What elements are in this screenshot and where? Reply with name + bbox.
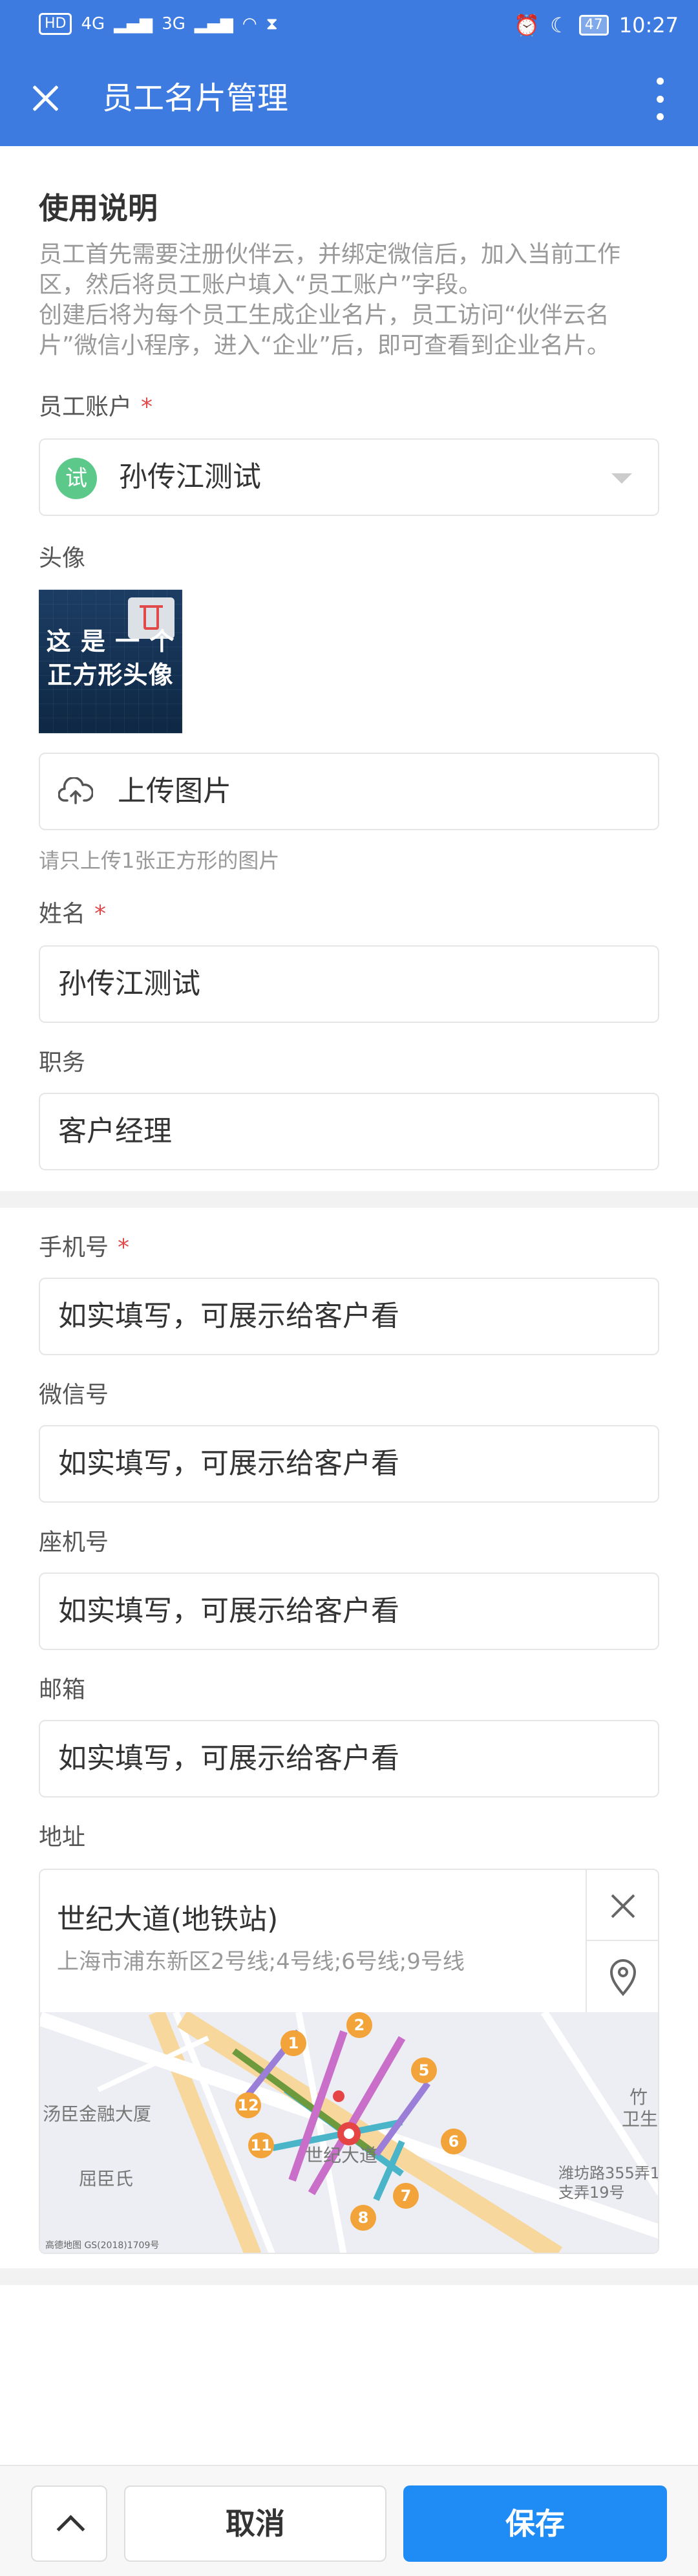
map-label: 汤臣金融大厦 xyxy=(43,2103,152,2125)
instructions-title: 使用说明 xyxy=(39,191,158,226)
address-actions xyxy=(586,1870,658,2012)
dot xyxy=(656,113,664,120)
email-input[interactable]: 如实填写，可展示给客户看 xyxy=(39,1720,659,1798)
wifi-icon: ◠ xyxy=(242,14,257,34)
chevron-down-icon xyxy=(611,473,632,484)
wechat-placeholder: 如实填写，可展示给客户看 xyxy=(58,1447,399,1480)
account-label: 员工账户 * xyxy=(39,388,153,422)
phone-placeholder: 如实填写，可展示给客户看 xyxy=(58,1300,399,1333)
battery-icon: 47 xyxy=(578,15,609,36)
status-system: ⏰ ☾ 47 10:27 xyxy=(514,13,679,38)
position-input[interactable]: 客户经理 xyxy=(39,1093,659,1170)
account-select[interactable]: 试 孙传江测试 xyxy=(39,438,659,516)
hd-indicator: HD xyxy=(39,13,72,35)
address-detail: 上海市浦东新区2号线;4号线;6号线;9号线 xyxy=(57,1949,465,1975)
instructions-paragraph-2: 创建后将为每个员工生成企业名片，员工访问“伙伴云名片”微信小程序，进入“企业”后… xyxy=(39,302,610,359)
landline-label: 座机号 xyxy=(39,1529,109,1556)
signal-icon: ▂▄▆ xyxy=(114,14,153,34)
cancel-button[interactable]: 取消 xyxy=(124,2485,386,2562)
account-badge: 试 xyxy=(56,458,97,499)
moon-icon: ☾ xyxy=(550,13,569,38)
metro-line-marker: 2 xyxy=(346,2012,372,2038)
landline-input[interactable]: 如实填写，可展示给客户看 xyxy=(39,1572,659,1650)
name-value: 孙传江测试 xyxy=(58,967,200,1000)
network-4g-indicator: 4G xyxy=(81,14,105,34)
metro-line-marker: 8 xyxy=(350,2205,376,2231)
phone-label-text: 手机号 xyxy=(39,1234,109,1261)
email-placeholder: 如实填写，可展示给客户看 xyxy=(58,1742,399,1775)
trash-icon[interactable] xyxy=(128,597,174,639)
map-label: 世纪大道 xyxy=(305,2145,378,2166)
bottom-action-bar: 取消 保存 xyxy=(0,2465,698,2576)
account-label-text: 员工账户 xyxy=(39,394,132,420)
required-mark: * xyxy=(118,1234,130,1261)
name-label-text: 姓名 xyxy=(39,901,86,927)
name-label: 姓名 * xyxy=(39,895,106,928)
page-title: 员工名片管理 xyxy=(102,80,289,116)
map-roads xyxy=(40,2012,658,2253)
email-label: 邮箱 xyxy=(39,1677,86,1703)
instructions-paragraph-1: 员工首先需要注册伙伴云，并绑定微信后，加入当前工作区，然后将员工账户填入“员工账… xyxy=(39,241,621,298)
address-map[interactable]: 汤臣金融大厦 屈臣氏 世纪大道 潍坊路355弄1支弄19号 竹 卫生 1 2 5… xyxy=(40,2012,659,2253)
upload-image-label: 上传图片 xyxy=(118,775,231,808)
address-name: 世纪大道(地铁站) xyxy=(57,1903,279,1936)
upload-image-button[interactable]: 上传图片 xyxy=(39,753,659,830)
close-icon[interactable] xyxy=(26,79,65,118)
chevron-up-icon[interactable] xyxy=(31,2485,107,2562)
avatar-hint: 请只上传1张正方形的图片 xyxy=(39,848,280,873)
phone-input[interactable]: 如实填写，可展示给客户看 xyxy=(39,1278,659,1355)
location-pin-glyph xyxy=(609,1959,637,1997)
more-options-icon[interactable] xyxy=(650,78,670,120)
metro-line-marker: 11 xyxy=(248,2132,274,2158)
cloud-upload-icon xyxy=(58,777,93,804)
metro-line-marker: 5 xyxy=(411,2057,437,2083)
metro-line-marker: 1 xyxy=(280,2030,306,2056)
clock: 10:27 xyxy=(619,13,679,38)
status-bar: HD 4G ▂▄▆ 3G ▂▄▆ ◠ ⧗ ⏰ ☾ 47 10:27 xyxy=(0,0,698,52)
section-divider xyxy=(0,2268,698,2285)
map-copyright: 高德地图 GS(2018)1709号 xyxy=(45,2240,160,2251)
section-divider xyxy=(0,1191,698,1208)
position-value: 客户经理 xyxy=(58,1115,172,1148)
avatar-label: 头像 xyxy=(39,545,86,572)
account-value: 孙传江测试 xyxy=(119,460,261,493)
instructions-text: 员工首先需要注册伙伴云，并绑定微信后，加入当前工作区，然后将员工账户填入“员工账… xyxy=(39,239,659,361)
dot xyxy=(656,78,664,85)
status-indicators: HD 4G ▂▄▆ 3G ▂▄▆ ◠ ⧗ xyxy=(39,13,278,35)
alarm-icon: ⏰ xyxy=(514,13,540,38)
location-pin-icon[interactable] xyxy=(587,1941,658,2012)
map-label: 卫生 xyxy=(622,2109,659,2130)
landline-placeholder: 如实填写，可展示给客户看 xyxy=(58,1594,399,1627)
metro-line-marker: 12 xyxy=(235,2092,261,2118)
name-input[interactable]: 孙传江测试 xyxy=(39,945,659,1023)
phone-label: 手机号 * xyxy=(39,1229,129,1262)
save-button[interactable]: 保存 xyxy=(403,2485,667,2562)
required-mark: * xyxy=(94,901,107,927)
map-label: 潍坊路355弄1支弄19号 xyxy=(558,2164,659,2202)
signal-icon: ▂▄▆ xyxy=(194,14,233,34)
metro-line-marker: 7 xyxy=(393,2183,419,2209)
position-label: 职务 xyxy=(39,1049,86,1076)
map-label: 屈臣氏 xyxy=(79,2168,134,2189)
wechat-label: 微信号 xyxy=(39,1382,109,1408)
wechat-input[interactable]: 如实填写，可展示给客户看 xyxy=(39,1425,659,1503)
hourglass-icon: ⧗ xyxy=(266,14,278,34)
close-icon[interactable] xyxy=(587,1870,658,1941)
avatar-caption-line-2: 正方形头像 xyxy=(47,661,174,689)
required-mark: * xyxy=(141,394,153,420)
metro-line-marker: 6 xyxy=(441,2129,467,2154)
dot xyxy=(656,95,664,103)
app-bar: 员工名片管理 xyxy=(0,52,698,146)
avatar-image[interactable]: 这 是 一 个 正方形头像 xyxy=(39,590,182,733)
address-field[interactable]: 世纪大道(地铁站) 上海市浦东新区2号线;4号线;6号线;9号线 汤臣金融大厦 … xyxy=(39,1869,659,2254)
network-3g-indicator: 3G xyxy=(162,14,185,34)
address-label: 地址 xyxy=(39,1824,86,1851)
